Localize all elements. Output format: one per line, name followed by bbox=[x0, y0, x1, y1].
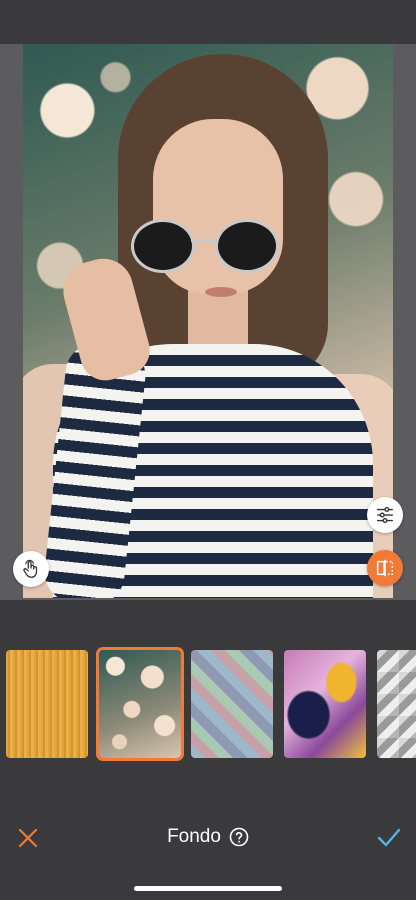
page-title: Fondo bbox=[167, 826, 221, 847]
touch-edit-button[interactable] bbox=[13, 551, 49, 587]
adjust-button[interactable] bbox=[367, 497, 403, 533]
photo-sunglasses-left bbox=[131, 219, 195, 273]
geometric-cubes-thumbnail[interactable] bbox=[377, 650, 416, 758]
photo-lips bbox=[205, 287, 237, 297]
bokeh-thumbnail[interactable] bbox=[96, 647, 184, 761]
checkmark-icon bbox=[377, 828, 401, 847]
gold-texture-thumbnail[interactable] bbox=[6, 650, 88, 758]
purple-marble-thumbnail[interactable] bbox=[284, 650, 366, 758]
confirm-button[interactable] bbox=[374, 824, 404, 852]
hand-touch-icon bbox=[23, 559, 38, 578]
sliders-icon bbox=[376, 506, 394, 524]
top-bar bbox=[0, 0, 416, 44]
toolbar-title-group: Fondo bbox=[0, 826, 416, 848]
question-circle-icon bbox=[229, 827, 249, 847]
help-button[interactable] bbox=[229, 827, 249, 847]
home-indicator bbox=[134, 886, 282, 891]
pastel-scales-thumbnail[interactable] bbox=[191, 650, 273, 758]
photo-sunglasses-right bbox=[215, 219, 279, 273]
photo-sunglasses-bridge bbox=[191, 239, 217, 242]
flip-button[interactable] bbox=[367, 550, 403, 586]
flip-horizontal-icon bbox=[376, 559, 394, 577]
photo-preview[interactable] bbox=[23, 44, 393, 598]
